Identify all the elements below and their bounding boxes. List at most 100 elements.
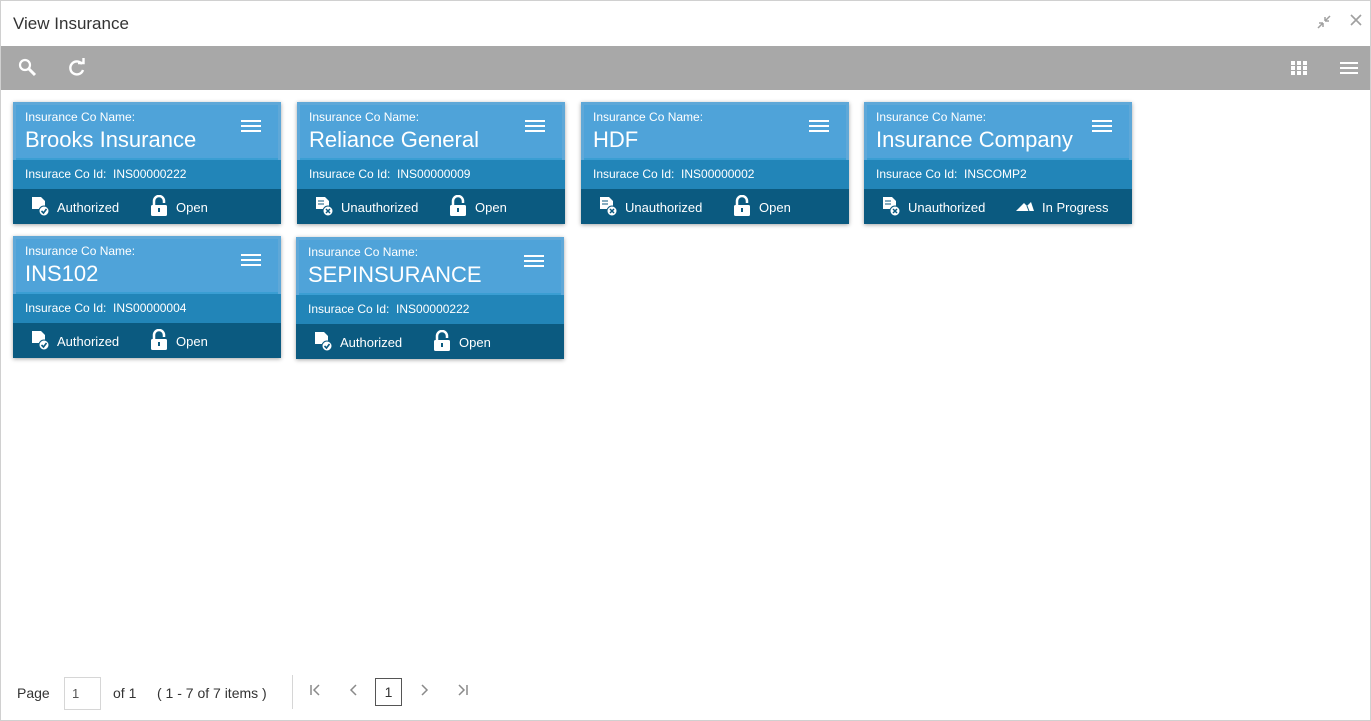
card-menu-icon[interactable] [1092, 120, 1112, 134]
insurance-co-id: INS00000004 [113, 301, 187, 315]
unauthorized-icon [597, 195, 619, 220]
search-icon[interactable] [16, 56, 40, 80]
insurance-card[interactable]: Insurance Co Name: Reliance General Insura… [297, 102, 565, 224]
card-id-band: Insurace Co Id: INS00000222 [13, 160, 281, 189]
card-header: Insurance Co Name: Insurance Company [864, 102, 1132, 160]
toolbar [1, 46, 1370, 90]
insurance-co-name: SEPINSURANCE [308, 262, 482, 287]
card-header: Insurance Co Name: HDF [581, 102, 849, 160]
insurance-co-name-label: Insurance Co Name: [25, 244, 136, 258]
card-header: Insurance Co Name: SEPINSURANCE [296, 237, 564, 295]
first-page-icon[interactable] [306, 683, 324, 701]
card-id-band: Insurace Co Id: INS00000002 [581, 160, 849, 189]
record-status-label: Open [176, 199, 208, 215]
unlock-icon [447, 194, 469, 220]
view-insurance-window: View Insurance Insurance Co Name: Brooks … [0, 0, 1371, 721]
insurance-card[interactable]: Insurance Co Name: Brooks Insurance Insura… [13, 102, 281, 224]
auth-status-label: Authorized [57, 333, 120, 349]
insurance-co-name: HDF [593, 127, 639, 152]
insurance-co-id-row: Insurace Co Id: INSCOMP2 [876, 167, 1027, 181]
insurance-co-name-label: Insurance Co Name: [876, 110, 987, 124]
auth-status-label: Authorized [57, 199, 120, 215]
auth-status: Unauthorized [597, 196, 702, 218]
insurance-card[interactable]: Insurance Co Name: INS102 Insurace Co Id: … [13, 236, 281, 358]
insurance-co-id-label: Insurace Co Id: [308, 302, 390, 316]
grid-view-icon[interactable] [1287, 56, 1311, 80]
unlock-icon [148, 194, 170, 220]
record-status: Open [148, 194, 208, 220]
card-header: Insurance Co Name: Reliance General [297, 102, 565, 160]
record-status: Open [148, 328, 208, 352]
authorized-icon [29, 195, 51, 220]
insurance-co-id-label: Insurace Co Id: [593, 167, 675, 181]
card-menu-icon[interactable] [809, 120, 829, 134]
card-menu-icon[interactable] [524, 255, 544, 269]
items-range-label: ( 1 - 7 of 7 items ) [157, 685, 267, 701]
record-status-label: Open [475, 199, 507, 215]
unauthorized-icon [880, 195, 902, 220]
record-status: Open [731, 194, 791, 220]
next-page-icon[interactable] [415, 683, 433, 701]
authorized-icon [312, 330, 334, 355]
insurance-card[interactable]: Insurance Co Name: HDF Insurace Co Id: INS… [581, 102, 849, 224]
card-footer: Authorized Open [13, 323, 281, 358]
record-status: Open [431, 329, 491, 355]
card-menu-icon[interactable] [241, 254, 261, 268]
record-status: In Progress [1014, 196, 1108, 218]
insurance-co-id: INS00000222 [396, 302, 470, 316]
record-status: Open [447, 194, 507, 220]
current-page-button[interactable]: 1 [375, 678, 402, 706]
auth-status: Unauthorized [313, 196, 418, 218]
auth-status: Authorized [29, 330, 119, 352]
insurance-co-id-label: Insurace Co Id: [25, 167, 107, 181]
auth-status-label: Unauthorized [341, 199, 419, 215]
card-menu-icon[interactable] [241, 120, 261, 134]
insurance-co-id-label: Insurace Co Id: [25, 301, 107, 315]
card-id-band: Insurace Co Id: INS00000009 [297, 160, 565, 189]
record-status-label: Open [459, 334, 491, 350]
insurance-co-name-label: Insurance Co Name: [309, 110, 420, 124]
pager-divider [292, 675, 293, 709]
authorized-icon [29, 329, 51, 354]
insurance-co-id-label: Insurace Co Id: [876, 167, 958, 181]
insurance-co-name-label: Insurance Co Name: [25, 110, 136, 124]
page-label: Page [17, 685, 50, 701]
insurance-co-id-row: Insurace Co Id: INS00000222 [25, 167, 186, 181]
card-header: Insurance Co Name: INS102 [13, 236, 281, 294]
auth-status-label: Unauthorized [908, 199, 986, 215]
page-number-input[interactable] [64, 677, 101, 710]
auth-status-label: Authorized [340, 334, 403, 350]
insurance-card[interactable]: Insurance Co Name: SEPINSURANCE Insurace C… [296, 237, 564, 359]
insurance-co-name-label: Insurance Co Name: [308, 245, 419, 259]
unlock-icon [731, 194, 753, 220]
insurance-card[interactable]: Insurance Co Name: Insurance Company Insur… [864, 102, 1132, 224]
minimize-icon[interactable] [1314, 13, 1334, 33]
record-status-label: Open [176, 333, 208, 349]
window-title: View Insurance [13, 14, 129, 33]
title-bar: View Insurance [1, 1, 1370, 46]
record-status-label: In Progress [1042, 199, 1109, 215]
insurance-co-name: Reliance General [309, 127, 479, 152]
in-progress-icon [1014, 195, 1036, 220]
insurance-co-id: INS00000222 [113, 167, 187, 181]
insurance-co-name: Brooks Insurance [25, 127, 197, 152]
previous-page-icon[interactable] [345, 683, 363, 701]
insurance-co-id: INS00000002 [681, 167, 755, 181]
list-view-icon[interactable] [1337, 56, 1361, 80]
unlock-icon [431, 329, 453, 355]
card-id-band: Insurace Co Id: INSCOMP2 [864, 160, 1132, 189]
page-count-label: of 1 [113, 685, 137, 701]
close-icon[interactable] [1346, 13, 1366, 33]
card-footer: Authorized Open [13, 189, 281, 224]
auth-status: Authorized [29, 196, 119, 218]
card-footer: Unauthorized In Progress [864, 189, 1132, 224]
insurance-co-id: INS00000009 [397, 167, 471, 181]
card-menu-icon[interactable] [525, 120, 545, 134]
insurance-co-id-row: Insurace Co Id: INS00000009 [309, 167, 470, 181]
refresh-icon[interactable] [65, 56, 89, 80]
card-footer: Unauthorized Open [297, 189, 565, 224]
last-page-icon[interactable] [454, 683, 472, 701]
auth-status: Unauthorized [880, 196, 985, 218]
card-footer: Unauthorized Open [581, 189, 849, 224]
unauthorized-icon [313, 195, 335, 220]
